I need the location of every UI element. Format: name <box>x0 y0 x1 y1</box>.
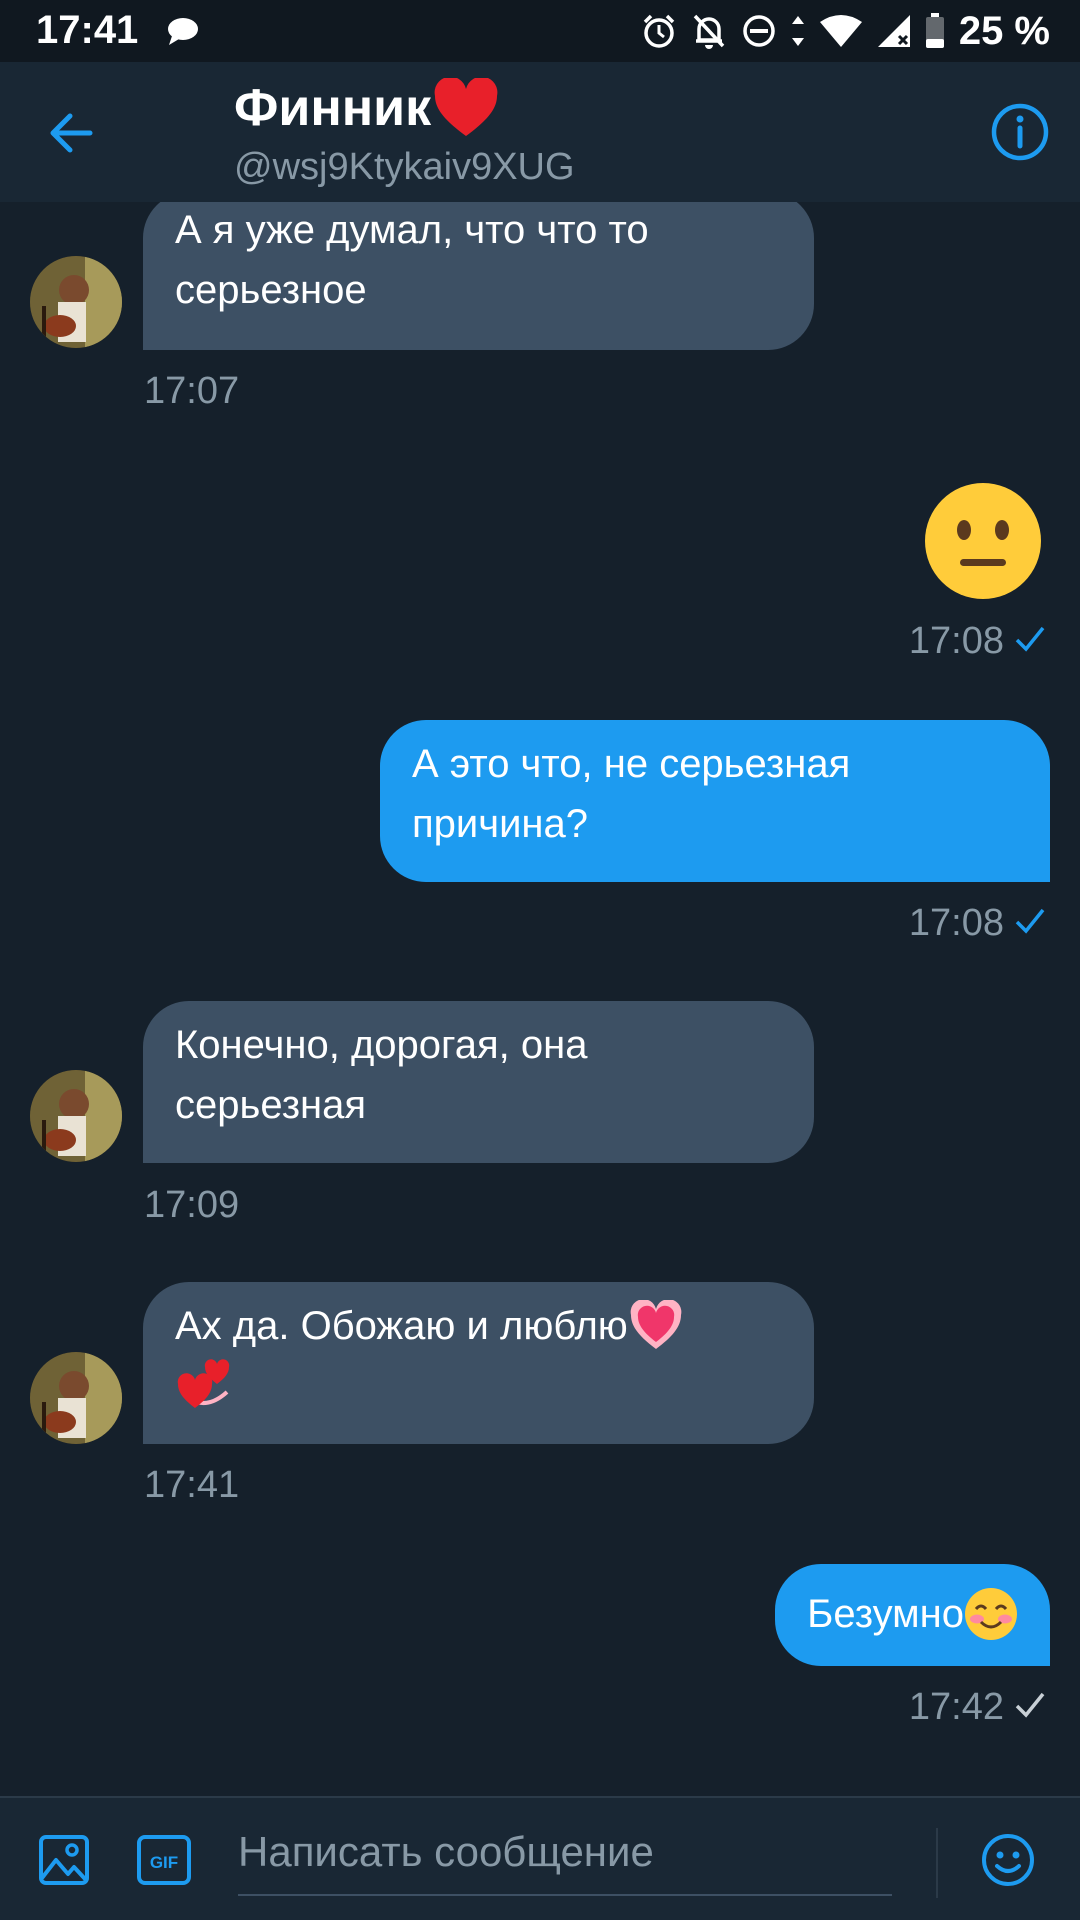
avatar[interactable] <box>30 256 122 348</box>
chat-bubble-icon <box>168 18 198 45</box>
emoji-icon[interactable] <box>980 1832 1036 1888</box>
info-circle-icon[interactable] <box>990 102 1050 162</box>
gif-icon: GIF <box>137 1835 191 1885</box>
message-text: Ах да. Обожаю и люблю <box>175 1304 628 1348</box>
notifications-off-icon <box>693 14 725 49</box>
message-timestamp: 17:41 <box>144 1464 240 1506</box>
composer-divider <box>936 1828 938 1898</box>
revolving-hearts-emoji <box>177 1359 230 1408</box>
message-timestamp: 17:09 <box>144 1184 240 1226</box>
arrow-left-icon[interactable] <box>44 106 98 160</box>
message-timestamp: 17:07 <box>144 370 240 412</box>
avatar-photo <box>30 1070 122 1162</box>
gif-button[interactable]: GIF <box>136 1834 192 1886</box>
message-timestamp: 17:42 <box>908 1686 1004 1728</box>
message-text: серьезное <box>175 268 367 312</box>
contact-handle[interactable]: @wsj9Ktykaiv9XUG <box>234 146 575 189</box>
glowing-heart-emoji <box>630 1300 682 1349</box>
message-text: А я уже думал, что что то <box>175 208 649 252</box>
message-text: причина? <box>412 802 589 846</box>
wifi-icon <box>819 15 862 47</box>
message-bubble-incoming[interactable]: Конечно, дорогая, она серьезная <box>143 1001 814 1163</box>
contact-name[interactable]: Финник <box>234 78 499 138</box>
message-list[interactable]: А я уже думал, что что то серьезное 17:0… <box>0 202 1080 1796</box>
message-text: А это что, не серьезная <box>412 742 851 786</box>
gif-label: GIF <box>150 1853 178 1872</box>
conversation-header: Финник @wsj9Ktykaiv9XUG <box>0 62 1080 202</box>
battery-percent: 25 % <box>958 8 1050 53</box>
do-not-disturb-icon <box>743 15 775 47</box>
avatar-photo <box>30 1352 122 1444</box>
message-bubble-outgoing[interactable]: Безумно <box>775 1564 1050 1666</box>
red-heart-emoji <box>434 78 498 136</box>
contact-name-text: Финник <box>234 79 432 137</box>
image-icon[interactable] <box>38 1834 90 1886</box>
data-arrows-icon <box>791 16 804 46</box>
sent-check-icon <box>1015 1692 1045 1718</box>
signal-icon <box>877 15 910 47</box>
message-timestamp: 17:08 <box>908 902 1004 944</box>
message-composer: GIF Написать сообщение <box>0 1796 1080 1920</box>
avatar[interactable] <box>30 1070 122 1162</box>
read-check-icon <box>1015 626 1045 652</box>
smiling-blushing-emoji <box>965 1588 1017 1640</box>
status-bar: 17:41 25 % <box>0 0 1080 62</box>
message-bubble-incoming[interactable]: А я уже думал, что что то серьезное <box>143 202 814 350</box>
message-input[interactable]: Написать сообщение <box>238 1816 892 1896</box>
message-text: Безумно <box>807 1592 964 1636</box>
avatar-photo <box>30 256 122 348</box>
message-bubble-incoming[interactable]: Ах да. Обожаю и люблю <box>143 1282 814 1444</box>
alarm-icon <box>643 14 675 48</box>
message-bubble-outgoing[interactable]: А это что, не серьезная причина? <box>380 720 1050 882</box>
neutral-face-emoji[interactable] <box>924 482 1042 600</box>
message-text: серьезная <box>175 1083 367 1127</box>
read-check-icon <box>1015 908 1045 934</box>
status-icons: 25 % <box>641 8 1050 54</box>
avatar[interactable] <box>30 1352 122 1444</box>
message-text: Конечно, дорогая, она <box>175 1023 588 1067</box>
message-timestamp: 17:08 <box>908 620 1004 662</box>
status-time: 17:41 <box>36 8 139 52</box>
battery-icon <box>925 13 944 48</box>
